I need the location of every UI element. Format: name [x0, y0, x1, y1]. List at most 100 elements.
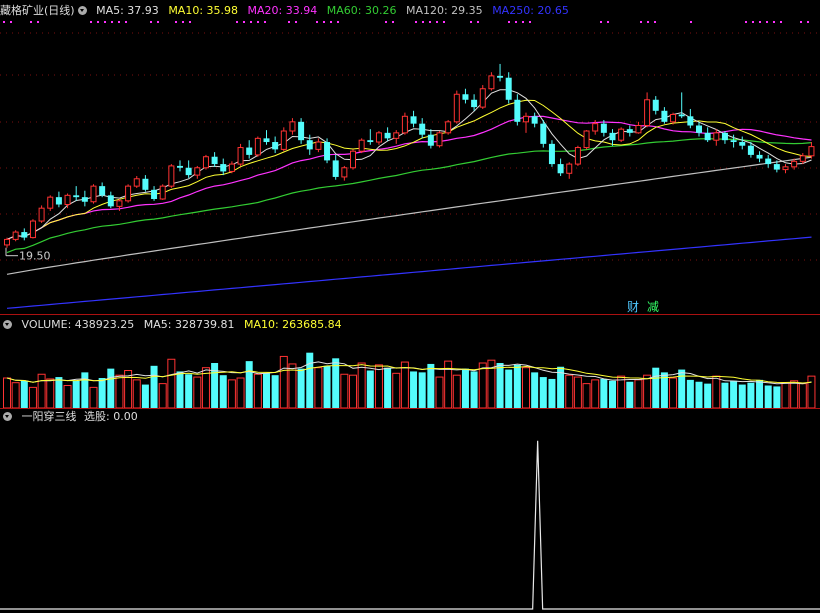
candle-body [618, 128, 625, 141]
signal-dot [243, 21, 245, 23]
candle-body [453, 93, 460, 123]
volume-bar [150, 365, 158, 408]
signal-dot [470, 21, 472, 23]
candle-body [739, 142, 746, 146]
signal-dot [477, 21, 479, 23]
candle-body [254, 137, 261, 156]
candle-body [21, 232, 28, 238]
candle-body [107, 195, 114, 207]
signal-dot [323, 21, 325, 23]
reduce-tag[interactable]: 减 [647, 300, 659, 314]
volume-bar [89, 386, 98, 409]
candle-body [548, 143, 555, 165]
signal-dot [429, 21, 431, 23]
volume-bar [773, 386, 781, 408]
volume-bar [3, 377, 11, 409]
volume-bar [46, 378, 55, 409]
volume-bar [176, 371, 184, 408]
volume-dropdown-circle-icon[interactable] [3, 320, 12, 329]
signal-dot [250, 21, 252, 23]
candle-body [747, 145, 754, 155]
volume-bar [505, 369, 513, 408]
volume-bar [28, 386, 37, 409]
volume-bar [392, 372, 401, 409]
signal-dot [780, 21, 782, 23]
candle-body [272, 142, 279, 150]
signal-dot [690, 21, 692, 23]
candle-body [393, 132, 400, 139]
signal-dot [766, 21, 768, 23]
volume-bar [271, 375, 279, 408]
volume-bar [582, 383, 591, 409]
indicator-dropdown-circle-icon[interactable] [3, 412, 12, 421]
candle-body [47, 196, 54, 209]
signal-dot [759, 21, 761, 23]
volume-bar [72, 380, 80, 408]
volume-bar [452, 374, 461, 409]
volume-bar [366, 370, 374, 408]
signal-dot [654, 21, 656, 23]
kline-chart[interactable]: 19.50 [0, 0, 820, 613]
signal-dot [529, 21, 531, 23]
volume-bar [193, 376, 202, 409]
candle-body [341, 167, 348, 178]
candle-body [4, 238, 10, 246]
candle-body [90, 185, 97, 203]
volume-bar [435, 376, 444, 409]
candle-body [64, 194, 71, 206]
signal-dot [157, 21, 159, 23]
signal-dot [745, 21, 747, 23]
signal-dot [90, 21, 92, 23]
signal-dot [392, 21, 394, 23]
candle-body [384, 132, 391, 139]
volume-bar [11, 382, 20, 409]
candle-body [505, 77, 512, 100]
volume-bar [807, 375, 816, 409]
candle-body [185, 167, 192, 176]
signal-dot [118, 21, 120, 23]
volume-bar [314, 367, 323, 409]
candle-body [644, 99, 651, 126]
volume-bar [132, 379, 141, 409]
volume-bar [340, 373, 349, 409]
candle-body [177, 165, 183, 168]
signal-dot [752, 21, 754, 23]
volume-bar [279, 355, 288, 409]
volume-bar [141, 384, 149, 408]
signal-dot [150, 21, 152, 23]
candle-body [315, 141, 322, 150]
signal-dot [175, 21, 177, 23]
volume-bar [81, 372, 89, 408]
volume-bar [798, 383, 807, 409]
signal-dot [515, 21, 517, 23]
candle-body [687, 116, 694, 126]
candle-body [782, 166, 789, 171]
signal-dot [422, 21, 424, 23]
candle-body [592, 123, 599, 132]
candle-body [730, 140, 737, 143]
candle-body [38, 207, 45, 222]
volume-bar [211, 363, 219, 408]
candle-body [436, 132, 443, 147]
signal-dot [182, 21, 184, 23]
candle-body [168, 165, 175, 187]
candle-body [808, 146, 815, 157]
volume-bar [384, 367, 392, 408]
indicator-value: 选股: 0.00 [84, 410, 138, 423]
volume-bar [297, 368, 305, 408]
signal-dot [316, 21, 318, 23]
candle-body [159, 185, 166, 200]
candle-body [410, 116, 417, 124]
signal-dot [773, 21, 775, 23]
signal-dot [30, 21, 32, 23]
volume-bar [539, 377, 547, 408]
volume-bar [306, 352, 314, 408]
candle-body [298, 121, 305, 141]
volume-bar [470, 371, 478, 408]
candle-body [280, 130, 287, 150]
candle-body [419, 123, 426, 135]
volume-bar [37, 373, 46, 409]
low-price-label: 19.50 [19, 250, 51, 263]
finance-tag[interactable]: 财 [627, 300, 639, 314]
volume-bar [756, 379, 764, 408]
